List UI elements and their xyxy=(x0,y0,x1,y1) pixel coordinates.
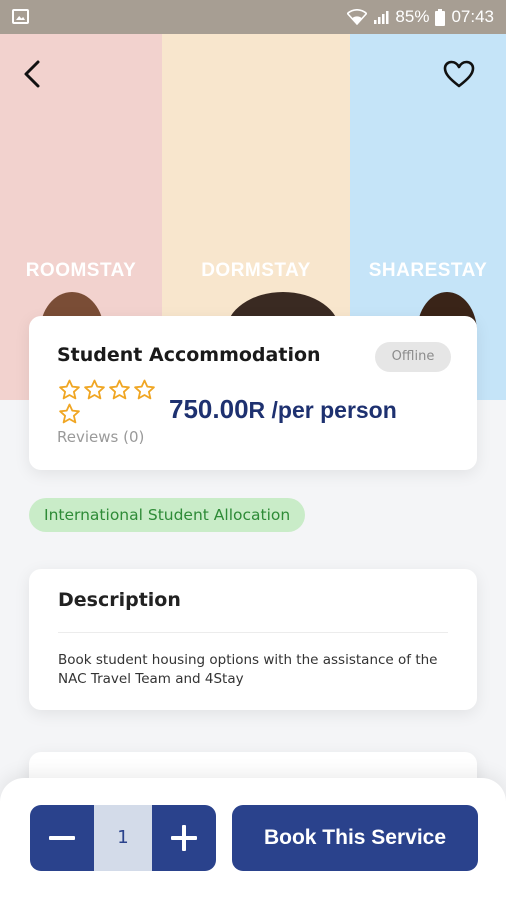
description-heading: Description xyxy=(58,589,181,611)
price: 750.00R /per person xyxy=(169,394,397,425)
battery-percent: 85% xyxy=(395,7,430,26)
minus-icon xyxy=(49,836,75,840)
description-text: Book student housing options with the as… xyxy=(58,652,438,687)
clock: 07:43 xyxy=(451,7,494,26)
service-title: Student Accommodation xyxy=(57,344,321,366)
back-button[interactable] xyxy=(18,58,48,90)
description-card: Description Book student housing options… xyxy=(29,569,477,710)
battery-icon xyxy=(435,8,446,26)
quantity-stepper: 1 xyxy=(30,805,216,871)
star-icon xyxy=(134,379,155,400)
favorite-button[interactable] xyxy=(442,59,476,89)
increment-button[interactable] xyxy=(152,805,216,871)
service-info-card: Student Accommodation Offline Reviews (0… xyxy=(29,316,477,470)
star-icon xyxy=(109,379,130,400)
signal-icon xyxy=(373,9,389,25)
divider xyxy=(58,632,448,633)
star-icon xyxy=(59,403,80,424)
hero-label: DORMSTAY xyxy=(201,260,311,281)
price-value: 750.00 xyxy=(169,394,249,424)
allocation-tag: International Student Allocation xyxy=(29,498,306,532)
price-unit: R /per person xyxy=(248,397,397,423)
hero-label: ROOMSTAY xyxy=(25,260,137,281)
booking-bar: 1 Book This Service xyxy=(0,778,506,900)
status-badge: Offline xyxy=(375,342,451,372)
reviews-count: Reviews (0) xyxy=(57,428,145,446)
heart-icon xyxy=(443,60,475,88)
quantity-value[interactable]: 1 xyxy=(94,805,152,871)
rating-stars xyxy=(57,378,161,426)
decrement-button[interactable] xyxy=(30,805,94,871)
star-icon xyxy=(59,379,80,400)
wifi-icon xyxy=(347,9,368,25)
status-bar: 85% 07:43 xyxy=(0,0,506,34)
image-icon xyxy=(12,9,29,24)
chevron-left-icon xyxy=(24,60,40,88)
star-icon xyxy=(84,379,105,400)
hero-label: SHARESTAY xyxy=(368,260,488,281)
book-service-button[interactable]: Book This Service xyxy=(232,805,478,871)
